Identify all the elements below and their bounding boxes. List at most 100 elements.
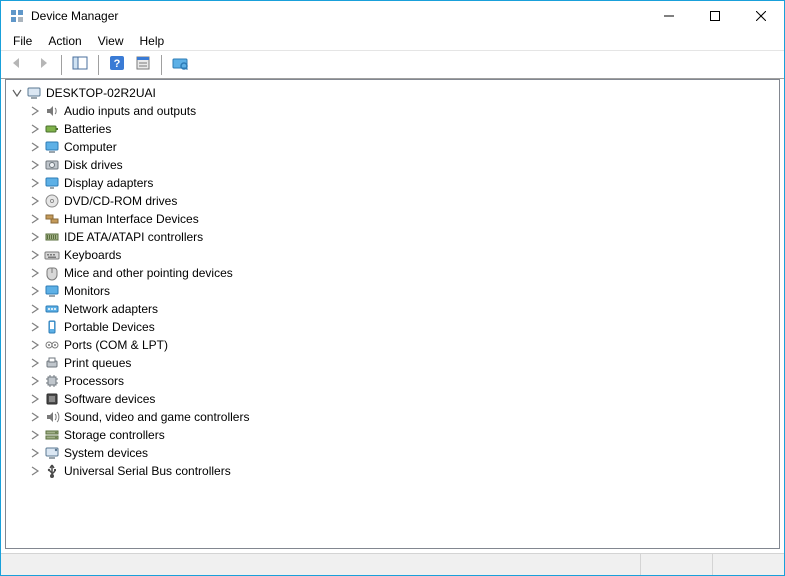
close-button[interactable] bbox=[738, 1, 784, 31]
tree-category-label: Processors bbox=[64, 374, 124, 388]
usb-icon bbox=[44, 463, 60, 479]
tree-category-row[interactable]: DVD/CD-ROM drives bbox=[28, 192, 777, 210]
printq-icon bbox=[44, 355, 60, 371]
chevron-right-icon[interactable] bbox=[28, 230, 42, 244]
chevron-right-icon[interactable] bbox=[28, 212, 42, 226]
statusbar bbox=[1, 553, 784, 575]
tree-category-label: DVD/CD-ROM drives bbox=[64, 194, 177, 208]
tree-category-row[interactable]: Software devices bbox=[28, 390, 777, 408]
tree-category-label: Sound, video and game controllers bbox=[64, 410, 249, 424]
system-icon bbox=[44, 445, 60, 461]
menu-action[interactable]: Action bbox=[40, 32, 89, 50]
window-frame: Device Manager File Action View Help bbox=[0, 0, 785, 576]
titlebar[interactable]: Device Manager bbox=[1, 1, 784, 31]
battery-icon bbox=[44, 121, 60, 137]
chevron-right-icon[interactable] bbox=[28, 338, 42, 352]
chevron-right-icon[interactable] bbox=[28, 392, 42, 406]
chevron-right-icon[interactable] bbox=[28, 356, 42, 370]
chevron-right-icon[interactable] bbox=[28, 374, 42, 388]
chevron-right-icon[interactable] bbox=[28, 266, 42, 280]
menu-help[interactable]: Help bbox=[132, 32, 173, 50]
statusbar-segment bbox=[712, 554, 784, 575]
toolbar-scan-button[interactable] bbox=[168, 53, 192, 77]
tree-category-row[interactable]: System devices bbox=[28, 444, 777, 462]
ide-icon bbox=[44, 229, 60, 245]
tree-category-label: Universal Serial Bus controllers bbox=[64, 464, 231, 478]
tree-category-row[interactable]: Human Interface Devices bbox=[28, 210, 777, 228]
tree-category-row[interactable]: Display adapters bbox=[28, 174, 777, 192]
menubar: File Action View Help bbox=[1, 31, 784, 51]
tree-category-row[interactable]: Audio inputs and outputs bbox=[28, 102, 777, 120]
minimize-button[interactable] bbox=[646, 1, 692, 31]
statusbar-segment bbox=[640, 554, 712, 575]
tree-category-row[interactable]: Sound, video and game controllers bbox=[28, 408, 777, 426]
chevron-right-icon[interactable] bbox=[28, 428, 42, 442]
tree-category-row[interactable]: Storage controllers bbox=[28, 426, 777, 444]
tree-category-label: Network adapters bbox=[64, 302, 158, 316]
tree-category-label: Computer bbox=[64, 140, 117, 154]
computer-icon bbox=[44, 139, 60, 155]
tree-category-row[interactable]: Processors bbox=[28, 372, 777, 390]
toolbar-back-button bbox=[5, 53, 29, 77]
tree-category-row[interactable]: Mice and other pointing devices bbox=[28, 264, 777, 282]
toolbar-console-tree-button[interactable] bbox=[68, 53, 92, 77]
menu-file[interactable]: File bbox=[5, 32, 40, 50]
hid-icon bbox=[44, 211, 60, 227]
tree-category-label: Monitors bbox=[64, 284, 110, 298]
window-title: Device Manager bbox=[31, 9, 118, 23]
storage-icon bbox=[44, 427, 60, 443]
chevron-right-icon[interactable] bbox=[28, 320, 42, 334]
chevron-right-icon[interactable] bbox=[28, 284, 42, 298]
audio-icon bbox=[44, 103, 60, 119]
toolbar-help-button[interactable]: ? bbox=[105, 53, 129, 77]
tree-category-row[interactable]: Universal Serial Bus controllers bbox=[28, 462, 777, 480]
tree-category-row[interactable]: Network adapters bbox=[28, 300, 777, 318]
device-tree: DESKTOP-02R2UAI Audio inputs and outputs… bbox=[6, 80, 779, 484]
keyboard-icon bbox=[44, 247, 60, 263]
maximize-button[interactable] bbox=[692, 1, 738, 31]
network-icon bbox=[44, 301, 60, 317]
tree-category-label: Storage controllers bbox=[64, 428, 165, 442]
tree-category-row[interactable]: Ports (COM & LPT) bbox=[28, 336, 777, 354]
tree-category-row[interactable]: IDE ATA/ATAPI controllers bbox=[28, 228, 777, 246]
chevron-right-icon[interactable] bbox=[28, 446, 42, 460]
chevron-right-icon[interactable] bbox=[28, 194, 42, 208]
computer-icon bbox=[26, 85, 42, 101]
help-icon: ? bbox=[109, 55, 125, 74]
monitor-icon bbox=[44, 283, 60, 299]
chevron-right-icon[interactable] bbox=[28, 122, 42, 136]
menu-view[interactable]: View bbox=[90, 32, 132, 50]
chevron-right-icon[interactable] bbox=[28, 140, 42, 154]
port-icon bbox=[44, 337, 60, 353]
chevron-right-icon[interactable] bbox=[28, 410, 42, 424]
properties-icon bbox=[135, 55, 151, 74]
chevron-right-icon[interactable] bbox=[28, 104, 42, 118]
chevron-right-icon[interactable] bbox=[28, 302, 42, 316]
tree-category-row[interactable]: Portable Devices bbox=[28, 318, 777, 336]
content-area: DESKTOP-02R2UAI Audio inputs and outputs… bbox=[5, 79, 780, 549]
tree-category-label: Keyboards bbox=[64, 248, 121, 262]
chevron-right-icon[interactable] bbox=[28, 464, 42, 478]
chevron-right-icon[interactable] bbox=[28, 248, 42, 262]
tree-category-row[interactable]: Disk drives bbox=[28, 156, 777, 174]
tree-category-row[interactable]: Monitors bbox=[28, 282, 777, 300]
tree-category-row[interactable]: Computer bbox=[28, 138, 777, 156]
cpu-icon bbox=[44, 373, 60, 389]
tree-category-label: Ports (COM & LPT) bbox=[64, 338, 168, 352]
tree-root-row[interactable]: DESKTOP-02R2UAI bbox=[8, 84, 777, 102]
tree-category-row[interactable]: Keyboards bbox=[28, 246, 777, 264]
tree-category-label: IDE ATA/ATAPI controllers bbox=[64, 230, 203, 244]
toolbar-forward-button bbox=[31, 53, 55, 77]
toolbar: ? bbox=[1, 51, 784, 79]
chevron-right-icon[interactable] bbox=[28, 158, 42, 172]
tree-category-label: Portable Devices bbox=[64, 320, 155, 334]
svg-text:?: ? bbox=[114, 58, 121, 70]
tree-category-row[interactable]: Print queues bbox=[28, 354, 777, 372]
toolbar-properties-button[interactable] bbox=[131, 53, 155, 77]
tree-category-row[interactable]: Batteries bbox=[28, 120, 777, 138]
toolbar-separator bbox=[98, 55, 99, 75]
chevron-down-icon[interactable] bbox=[10, 86, 24, 100]
tree-category-label: Batteries bbox=[64, 122, 111, 136]
chevron-right-icon[interactable] bbox=[28, 176, 42, 190]
mouse-icon bbox=[44, 265, 60, 281]
